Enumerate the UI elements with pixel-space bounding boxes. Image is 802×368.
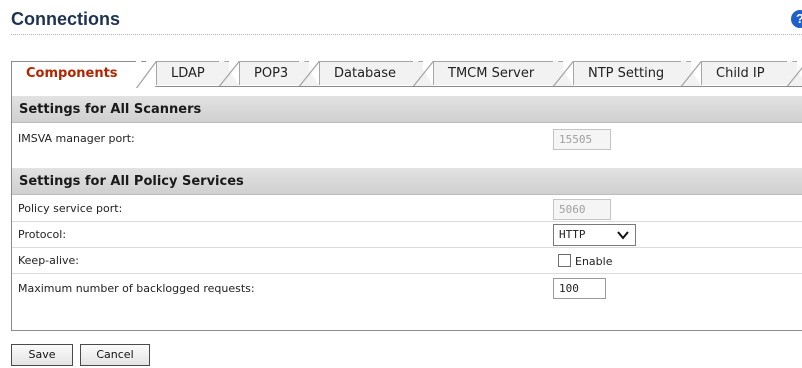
protocol-label: Protocol: bbox=[18, 228, 67, 241]
tab-components[interactable]: Components bbox=[11, 61, 156, 88]
save-button[interactable]: Save bbox=[11, 344, 73, 366]
policy-port-input[interactable]: 5060 bbox=[553, 199, 611, 220]
tab-tmcm-server[interactable]: TMCM Server bbox=[433, 61, 573, 86]
tab-label: TMCM Server bbox=[448, 66, 535, 81]
policy-port-label: Policy service port: bbox=[18, 202, 123, 215]
protocol-select[interactable]: HTTP bbox=[553, 224, 636, 246]
tab-label: Child IP bbox=[716, 66, 765, 81]
settings-panel: Settings for All Scanners IMSVA manager … bbox=[11, 86, 802, 331]
manager-port-input[interactable]: 15505 bbox=[553, 129, 611, 150]
title-divider bbox=[11, 34, 802, 35]
protocol-value: HTTP bbox=[559, 228, 586, 241]
keepalive-label: Keep-alive: bbox=[18, 254, 79, 267]
tab-label: Components bbox=[26, 66, 118, 81]
chevron-down-icon bbox=[617, 231, 629, 240]
tab-label: POP3 bbox=[254, 66, 289, 81]
keepalive-checkbox[interactable] bbox=[558, 254, 571, 267]
tab-ldap[interactable]: LDAP bbox=[156, 61, 239, 86]
tab-database[interactable]: Database bbox=[319, 61, 433, 86]
help-icon[interactable]: ? bbox=[791, 10, 802, 28]
scanners-section-header: Settings for All Scanners bbox=[12, 96, 802, 123]
tab-ntp-setting[interactable]: NTP Setting bbox=[573, 61, 701, 86]
tab-pop3[interactable]: POP3 bbox=[239, 61, 319, 86]
policy-section-header: Settings for All Policy Services bbox=[12, 168, 802, 195]
tab-label: NTP Setting bbox=[588, 66, 665, 81]
backlog-row: Maximum number of backlogged requests: 1… bbox=[12, 274, 802, 304]
backlog-label: Maximum number of backlogged requests: bbox=[18, 282, 255, 295]
keepalive-row: Keep-alive: Enable bbox=[12, 248, 802, 274]
protocol-row: Protocol: HTTP bbox=[12, 222, 802, 248]
backlog-input[interactable]: 100 bbox=[553, 278, 606, 299]
manager-port-row: IMSVA manager port: 15505 bbox=[12, 124, 802, 154]
page-title: Connections bbox=[11, 9, 121, 29]
tab-label: Database bbox=[334, 66, 397, 81]
tab-label: LDAP bbox=[171, 66, 205, 81]
tab-bar: Components LDAP POP3 Database TMCM Serve… bbox=[11, 61, 802, 88]
policy-port-row: Policy service port: 5060 bbox=[12, 196, 802, 222]
tab-child-ip[interactable]: Child IP bbox=[701, 61, 802, 86]
keepalive-enable-label[interactable]: Enable bbox=[575, 249, 612, 275]
cancel-button[interactable]: Cancel bbox=[80, 344, 150, 366]
manager-port-label: IMSVA manager port: bbox=[18, 132, 135, 145]
